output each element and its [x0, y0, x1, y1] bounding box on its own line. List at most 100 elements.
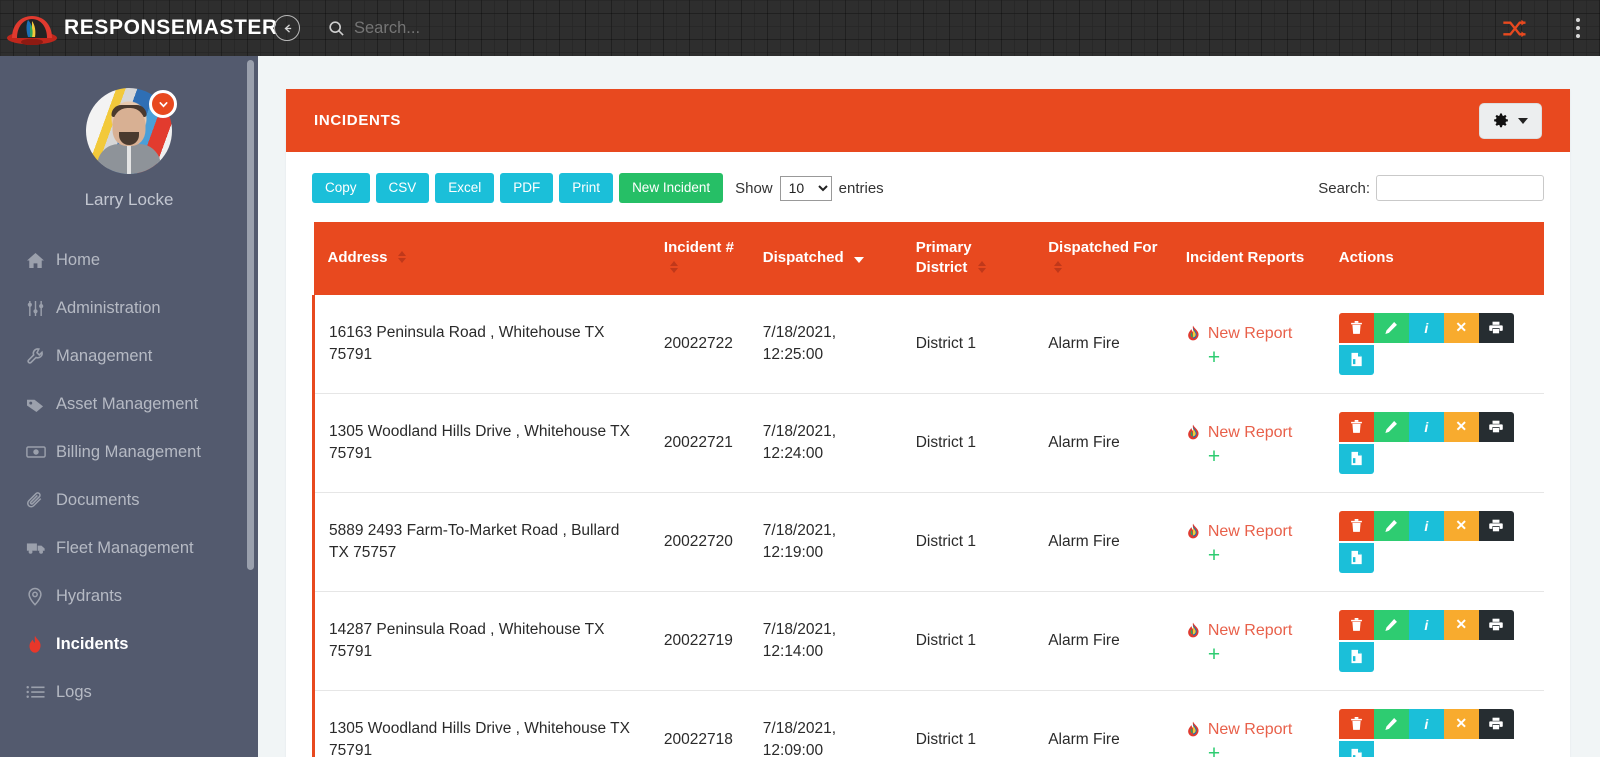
- sidebar-item-hydrants[interactable]: Hydrants: [0, 572, 258, 620]
- close-x-icon: ✕: [1455, 319, 1468, 335]
- cell-incident-reports: New Report +: [1171, 492, 1325, 592]
- column-header-address[interactable]: Address: [313, 222, 650, 295]
- cancel-button[interactable]: ✕: [1443, 510, 1479, 541]
- document-button[interactable]: [1338, 542, 1374, 573]
- new-report-link[interactable]: New Report: [1208, 521, 1292, 543]
- sidebar-item-management[interactable]: Management: [0, 332, 258, 380]
- close-x-icon: ✕: [1455, 715, 1468, 731]
- print-row-button[interactable]: [1478, 411, 1514, 442]
- search-label: Search:: [1318, 179, 1370, 197]
- sidebar-item-documents[interactable]: Documents: [0, 476, 258, 524]
- new-report-link[interactable]: New Report: [1208, 323, 1292, 345]
- info-button[interactable]: i: [1408, 708, 1444, 739]
- table-row[interactable]: 5889 2493 Farm-To-Market Road , Bullard …: [311, 492, 1544, 592]
- profile-dropdown-toggle[interactable]: [149, 90, 177, 118]
- column-header-incident-number[interactable]: Incident #: [649, 222, 749, 295]
- info-icon: i: [1424, 517, 1429, 534]
- search-input[interactable]: [354, 18, 654, 38]
- cell-actions: i ✕: [1324, 690, 1544, 757]
- cancel-button[interactable]: ✕: [1443, 312, 1479, 343]
- pdf-button[interactable]: PDF: [500, 173, 554, 203]
- document-button[interactable]: [1338, 443, 1374, 474]
- edit-button[interactable]: [1373, 312, 1409, 343]
- column-header-dispatched[interactable]: Dispatched: [748, 222, 902, 295]
- plus-icon[interactable]: +: [1208, 446, 1292, 467]
- new-report-link[interactable]: New Report: [1208, 422, 1292, 444]
- avatar-zipper: [127, 146, 131, 174]
- back-arrow-circle-icon[interactable]: [274, 15, 300, 41]
- table-header-row: Address Incident # Dispatched Primary Di…: [313, 222, 1544, 295]
- print-button[interactable]: Print: [559, 173, 614, 203]
- info-button[interactable]: i: [1408, 510, 1444, 541]
- sidebar-item-label: Billing Management: [56, 442, 201, 461]
- sidebar-menu: Home Administration Management Asset Man…: [0, 236, 258, 716]
- edit-button[interactable]: [1373, 510, 1409, 541]
- plus-icon[interactable]: +: [1208, 545, 1292, 566]
- delete-button[interactable]: [1338, 510, 1374, 541]
- brand-name: RESPONSEMASTER: [64, 16, 278, 39]
- delete-button[interactable]: [1338, 411, 1374, 442]
- plus-icon[interactable]: +: [1208, 347, 1292, 368]
- delete-button[interactable]: [1338, 312, 1374, 343]
- column-header-primary-district[interactable]: Primary District: [901, 222, 1035, 295]
- shuffle-icon[interactable]: [1502, 18, 1528, 39]
- print-row-button[interactable]: [1478, 312, 1514, 343]
- sidebar-item-asset-management[interactable]: Asset Management: [0, 380, 258, 428]
- sidebar-item-administration[interactable]: Administration: [0, 284, 258, 332]
- copy-button[interactable]: Copy: [312, 173, 370, 203]
- new-report-link[interactable]: New Report: [1208, 719, 1292, 741]
- file-document-icon: [1350, 451, 1363, 466]
- page-size-select[interactable]: 10 25 50 100: [779, 175, 832, 201]
- caret-down-icon: [1518, 117, 1528, 124]
- delete-button[interactable]: [1338, 708, 1374, 739]
- print-row-button[interactable]: [1478, 510, 1514, 541]
- info-button[interactable]: i: [1408, 411, 1444, 442]
- file-document-icon: [1350, 550, 1363, 565]
- table-row[interactable]: 1305 Woodland Hills Drive , Whitehouse T…: [311, 690, 1544, 757]
- cell-primary-district: District 1: [901, 591, 1035, 691]
- print-row-button[interactable]: [1478, 708, 1514, 739]
- cell-incident-number: 20022722: [649, 294, 749, 394]
- info-button[interactable]: i: [1408, 312, 1444, 343]
- sidebar-item-incidents[interactable]: Incidents: [0, 620, 258, 668]
- new-report-link[interactable]: New Report: [1208, 620, 1292, 642]
- user-name: Larry Locke: [84, 190, 174, 209]
- table-row[interactable]: 14287 Peninsula Road , Whitehouse TX 757…: [311, 591, 1544, 691]
- vertical-dots-menu-icon[interactable]: [1572, 14, 1584, 42]
- global-search[interactable]: [328, 18, 654, 38]
- incidents-card: INCIDENTS Copy CSV Excel PDF Print New I…: [286, 89, 1570, 757]
- cancel-button[interactable]: ✕: [1443, 708, 1479, 739]
- brand[interactable]: RESPONSEMASTER: [0, 11, 277, 45]
- edit-button[interactable]: [1373, 411, 1409, 442]
- excel-button[interactable]: Excel: [435, 173, 495, 203]
- sidebar-item-fleet-management[interactable]: Fleet Management: [0, 524, 258, 572]
- plus-icon[interactable]: +: [1208, 743, 1292, 757]
- main-content: INCIDENTS Copy CSV Excel PDF Print New I…: [258, 56, 1600, 757]
- flame-icon: [26, 635, 56, 654]
- sidebar-item-logs[interactable]: Logs: [0, 668, 258, 716]
- column-header-dispatched-for[interactable]: Dispatched For: [1034, 222, 1172, 295]
- plus-icon[interactable]: +: [1208, 644, 1292, 665]
- table-search-input[interactable]: [1376, 175, 1544, 201]
- table-row[interactable]: 16163 Peninsula Road , Whitehouse TX 757…: [311, 294, 1544, 394]
- document-button[interactable]: [1338, 344, 1374, 375]
- edit-button[interactable]: [1373, 609, 1409, 640]
- info-icon: i: [1424, 319, 1429, 336]
- settings-dropdown-button[interactable]: [1479, 102, 1542, 139]
- csv-button[interactable]: CSV: [375, 173, 430, 203]
- cancel-button[interactable]: ✕: [1443, 609, 1479, 640]
- sidebar-item-home[interactable]: Home: [0, 236, 258, 284]
- sidebar-item-billing-management[interactable]: Billing Management: [0, 428, 258, 476]
- edit-button[interactable]: [1373, 708, 1409, 739]
- table-row[interactable]: 1305 Woodland Hills Drive , Whitehouse T…: [311, 393, 1544, 493]
- pencil-icon: [1384, 420, 1398, 434]
- sidebar-scrollbar-thumb[interactable]: [247, 60, 254, 570]
- info-button[interactable]: i: [1408, 609, 1444, 640]
- document-button[interactable]: [1338, 641, 1374, 672]
- new-incident-button[interactable]: New Incident: [619, 173, 724, 203]
- delete-button[interactable]: [1338, 609, 1374, 640]
- sidebar-item-label: Fleet Management: [56, 538, 194, 557]
- document-button[interactable]: [1338, 740, 1374, 757]
- print-row-button[interactable]: [1478, 609, 1514, 640]
- cancel-button[interactable]: ✕: [1443, 411, 1479, 442]
